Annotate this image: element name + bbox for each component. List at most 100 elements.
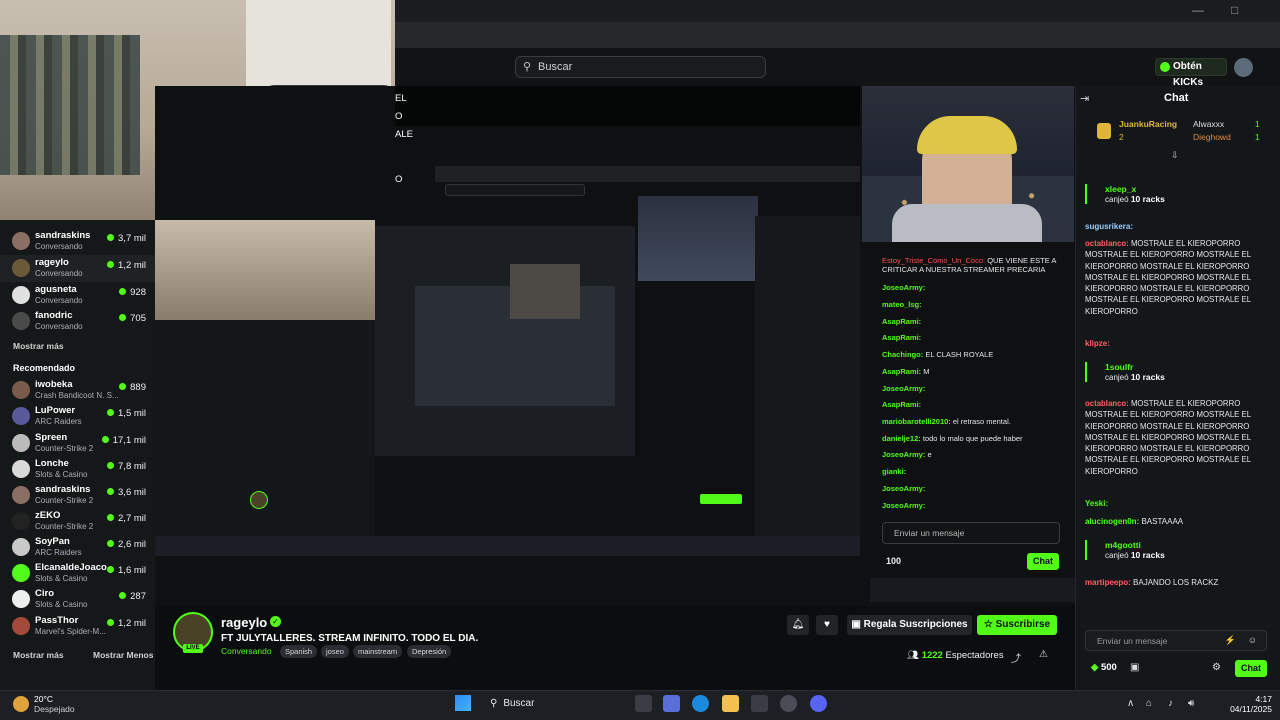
tag-mainstream[interactable]: mainstream — [353, 645, 403, 658]
copilot-app-icon[interactable] — [663, 695, 680, 712]
show-more-following-link[interactable]: Mostrar más — [13, 341, 64, 351]
tag-joseo[interactable]: joseo — [321, 645, 349, 658]
weather-condition: Despejado — [34, 704, 75, 714]
recommended-channel[interactable]: PassThor Marvel's Spider-M... 1,2 mil — [0, 613, 155, 640]
channel-points[interactable]: ◆ 500 — [1091, 662, 1117, 673]
weather-temp: 20°C — [34, 694, 53, 704]
recommended-channel[interactable]: Ciro Slots & Casino 287 — [0, 586, 155, 613]
channel-name: Lonche — [35, 458, 69, 469]
notification-bell-icon[interactable]: 🔔︎ — [787, 615, 809, 635]
viewer-count: 17,1 mil — [101, 435, 146, 446]
report-icon[interactable]: ⚠ — [1039, 649, 1048, 660]
avatar — [12, 259, 30, 277]
recommended-channel[interactable]: Spreen Counter-Strike 2 17,1 mil — [0, 430, 155, 457]
points-icon: ◆ — [1091, 662, 1099, 673]
maximize-icon[interactable]: □ — [1231, 3, 1238, 17]
taskbar-clock[interactable]: 4:17 04/11/2025 — [1212, 694, 1272, 714]
follow-heart-icon[interactable]: ♥ — [816, 615, 838, 635]
nested-search — [445, 184, 585, 196]
viewer-count: 287 — [119, 591, 146, 602]
taskbar-search[interactable]: ⚲ Buscar — [480, 694, 620, 714]
store-app-icon[interactable] — [751, 695, 768, 712]
edge-app-icon[interactable] — [692, 695, 709, 712]
user-avatar[interactable] — [1234, 58, 1253, 77]
chatgpt-app-icon[interactable] — [780, 695, 797, 712]
tab-strip: — □ — [395, 0, 1280, 22]
subscribe-button[interactable]: ☆ Suscribirse — [977, 615, 1057, 635]
search-icon: ⚲ — [523, 61, 532, 73]
leader-name: JuankuRacing — [1119, 119, 1178, 129]
chat-message: octablanco: MOSTRALE EL KIEROPORRO MOSTR… — [1085, 399, 1251, 476]
viewer-count: 889 — [119, 382, 146, 393]
inner-chat-footer: 100 Chat — [882, 553, 1062, 570]
sidebar-channel-fanodric[interactable]: fanodric Conversando 705 — [0, 308, 155, 335]
network-icon[interactable]: ⌂ — [1146, 698, 1152, 709]
streamer-name[interactable]: rageylo — [221, 615, 267, 630]
avatar — [12, 564, 30, 582]
address-bar[interactable]: ⌕ A ☆ ⚙ ▣ ★ ● ⋯ ◉ — [395, 22, 1280, 64]
viewer-count: 2,7 mil — [107, 513, 146, 524]
collapse-chat-icon[interactable]: ⇥ — [1080, 92, 1089, 105]
taskbar-search-label: Buscar — [503, 698, 535, 709]
chat-send-button[interactable]: Chat — [1235, 660, 1267, 677]
recommended-channel[interactable]: zEKO Counter-Strike 2 2,7 mil — [0, 508, 155, 535]
expand-chevron-icon[interactable]: ⇩ — [1171, 150, 1179, 161]
nested-browser-bar — [435, 166, 860, 182]
chat-redeem-notice: xleep_x canjeó 10 racks — [1085, 184, 1265, 204]
viewer-count: 1,6 mil — [107, 565, 146, 576]
show-less-link[interactable]: Mostrar Menos — [93, 650, 153, 660]
recommended-channel[interactable]: Lonche Slots & Casino 7,8 mil — [0, 456, 155, 483]
discord-app-icon[interactable] — [810, 695, 827, 712]
share-icon[interactable]: ⤴ — [1011, 650, 1021, 665]
emote-picker-icon[interactable]: ⚡ — [1225, 635, 1236, 646]
sidebar-channel-agusneta[interactable]: agusneta Conversando 928 — [0, 282, 155, 309]
inner-chat-message: JoseoArmy: — [882, 384, 926, 393]
inner-chat-message: mariobarotelli2010: el retraso mental. — [882, 417, 1011, 426]
search-input[interactable]: ⚲ Buscar — [515, 56, 766, 78]
gift-icon: ▣ — [851, 619, 861, 630]
emoji-icon[interactable]: ☺ — [1248, 635, 1257, 645]
chat-message: Yeski: — [1085, 499, 1109, 508]
gift-icon[interactable]: ▣ — [1130, 662, 1139, 673]
viewers-icon: 👥︎ — [907, 650, 920, 661]
tag-spanish[interactable]: Spanish — [280, 645, 318, 658]
webcam-sofa — [0, 35, 140, 175]
tag-depresion[interactable]: Depresión — [407, 645, 452, 658]
channel-name: fanodric — [35, 310, 73, 321]
viewer-count-main: 👥︎ 1222 Espectadores — [907, 650, 1004, 661]
task-view-icon[interactable] — [635, 695, 652, 712]
viewer-count: 3,7 mil — [107, 233, 146, 244]
sidebar-channel-rageylo[interactable]: rageylo Conversando 1,2 mil — [0, 255, 155, 282]
tray-chevron-icon[interactable]: ∧ — [1127, 698, 1134, 709]
chat-input[interactable]: Enviar un mensaje ⚡ ☺ — [1085, 630, 1267, 651]
gift-subs-button[interactable]: ▣ Regala Suscripciones — [847, 615, 972, 635]
viewer-count: 1,5 mil — [107, 408, 146, 419]
recommended-channel[interactable]: SoyPan ARC Raiders 2,6 mil — [0, 534, 155, 561]
trophy-icon — [1097, 123, 1111, 139]
sidebar-channel-sandraskins[interactable]: sandraskins Conversando 3,7 mil — [0, 228, 155, 255]
minimize-icon[interactable]: — — [1192, 3, 1204, 17]
viewers-label: Espectadores — [945, 650, 1004, 661]
recommended-channel[interactable]: iwobeka Crash Bandicoot N. S... 889 — [0, 377, 155, 404]
search-placeholder: Buscar — [538, 61, 573, 73]
volume-icon[interactable]: 🔊︎ — [1188, 698, 1194, 709]
weather-icon[interactable] — [13, 696, 29, 712]
recommended-channel[interactable]: sandraskins Counter-Strike 2 3,6 mil — [0, 482, 155, 509]
get-kicks-button[interactable]: Obtén KICKs — [1155, 58, 1227, 88]
stream-category[interactable]: Conversando — [221, 646, 272, 656]
recommended-channel[interactable]: LuPower ARC Raiders 1,5 mil — [0, 403, 155, 430]
inner-shirt — [892, 204, 1042, 242]
file-explorer-icon[interactable] — [722, 695, 739, 712]
microphone-icon[interactable]: ♪ — [1168, 698, 1173, 709]
show-more-recommended-link[interactable]: Mostrar más — [13, 650, 64, 660]
inner-chat-message: JoseoArmy: — [882, 501, 926, 510]
chat-redeem-notice: 1soulfr canjeó 10 racks — [1085, 362, 1265, 382]
taskbar-search-icon: ⚲ — [490, 698, 498, 709]
clock-date: 04/11/2025 — [1230, 704, 1272, 714]
recommended-channel[interactable]: ElcanaldeJoaco Slots & Casino 1,6 mil — [0, 560, 155, 587]
inner-chat-input: Enviar un mensaje — [882, 522, 1060, 544]
chat-settings-icon[interactable]: ⚙ — [1212, 662, 1221, 673]
channel-category: Conversando — [35, 296, 83, 305]
inner-chat-message: AsapRami: M — [882, 367, 930, 376]
windows-start-icon[interactable] — [455, 695, 471, 711]
